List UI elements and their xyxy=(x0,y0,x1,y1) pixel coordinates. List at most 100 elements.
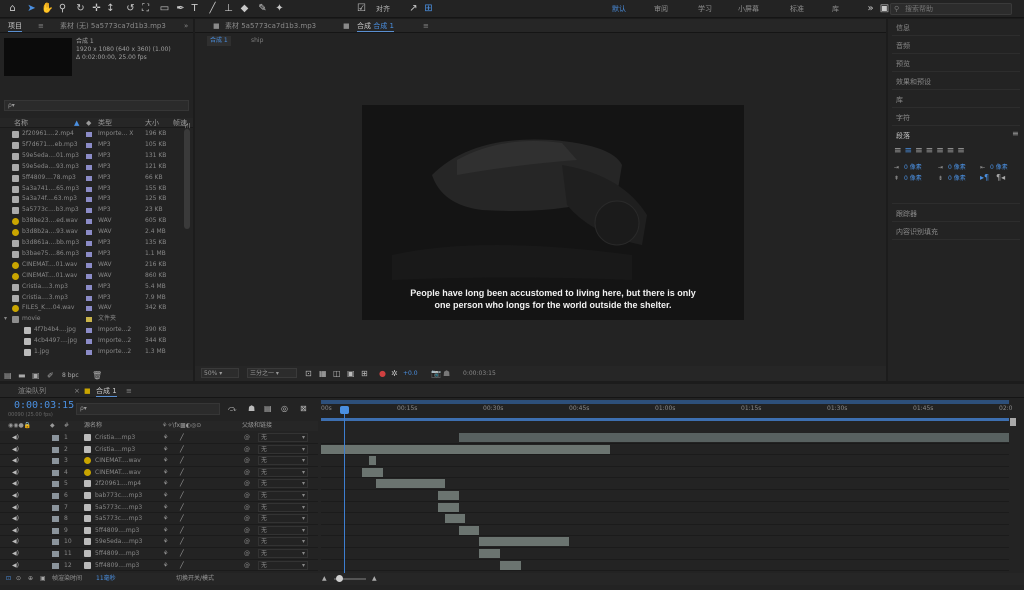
pen-tool-icon[interactable]: ✒ xyxy=(174,2,187,15)
label-color-swatch[interactable] xyxy=(86,164,92,170)
column-name[interactable]: 名称 xyxy=(14,118,28,128)
paragraph-menu-icon[interactable]: ≡ xyxy=(1012,129,1019,138)
label-color-swatch[interactable] xyxy=(86,142,92,148)
label-color-swatch[interactable] xyxy=(86,339,92,345)
justify-right-icon[interactable]: ≡ xyxy=(947,146,958,156)
comp-mini-flow-icon[interactable]: ⤼ xyxy=(228,404,237,414)
tab-timeline-comp[interactable]: 合成 1 xyxy=(92,384,121,398)
tab-project[interactable]: 项目 xyxy=(4,19,26,33)
layer-duration-bar[interactable] xyxy=(376,479,445,489)
safe-zone-icon[interactable]: ▣ xyxy=(347,366,355,381)
dolly-tool-icon[interactable]: ↕ xyxy=(104,2,117,15)
color-channels-icon[interactable]: ● xyxy=(379,366,386,381)
panel-info[interactable]: 信息 xyxy=(896,23,910,33)
transparency-grid-icon[interactable]: ▦ xyxy=(319,366,327,381)
label-color-swatch[interactable] xyxy=(86,230,92,236)
rtl-icon[interactable]: ¶◂ xyxy=(996,172,1005,183)
snap-grid-icon[interactable]: ⊞ xyxy=(422,2,435,15)
project-scrollbar[interactable] xyxy=(184,129,190,229)
label-color-swatch[interactable] xyxy=(86,132,92,137)
project-item[interactable]: CINEMAT....01.wav WAV 216 KB xyxy=(0,260,185,270)
motion-blur-icon[interactable]: ◎ xyxy=(281,404,288,413)
snap-edge-icon[interactable]: ↗ xyxy=(407,2,420,15)
workspace-default[interactable]: 默认 xyxy=(612,4,626,14)
label-color-swatch[interactable] xyxy=(86,186,92,192)
layer-duration-bar[interactable] xyxy=(479,537,569,547)
snap-checkbox-icon[interactable]: ☑ xyxy=(355,2,368,15)
column-size[interactable]: 大小 xyxy=(145,118,159,128)
zoom-dropdown[interactable]: 50% ▾ xyxy=(201,368,239,378)
project-item[interactable]: 4f7b4b4....jpg Importe...2 390 KB xyxy=(0,325,185,335)
label-color-swatch[interactable] xyxy=(86,219,92,225)
project-item[interactable]: b3d8b2a....93.wav WAV 2.4 MB xyxy=(0,227,185,237)
label-color-swatch[interactable] xyxy=(86,175,92,181)
comp-menu-icon[interactable]: ≡ xyxy=(419,19,433,33)
project-item[interactable]: 2f20961....2.mp4 Importe... X 196 KB xyxy=(0,129,185,139)
label-color-swatch[interactable] xyxy=(86,295,92,301)
timeline-menu-icon[interactable]: ≡ xyxy=(122,384,136,398)
rotate-tool-icon[interactable]: ↺ xyxy=(124,2,137,15)
panel-library[interactable]: 库 xyxy=(896,95,903,105)
label-color-swatch[interactable] xyxy=(86,328,92,334)
render-time-icon[interactable]: ▣ xyxy=(40,573,46,585)
toggle-layer-switches-icon[interactable]: ⊡ xyxy=(6,573,11,585)
label-color-swatch[interactable] xyxy=(86,350,92,355)
project-item[interactable]: 5a3a741....65.mp3 MP3 155 KB xyxy=(0,184,185,194)
tab-composition[interactable]: 合成 合成 1 xyxy=(353,19,398,33)
project-search-input[interactable]: ρ▾ xyxy=(4,100,189,111)
project-item[interactable]: Cristia....3.mp3 MP3 5.4 MB xyxy=(0,282,185,292)
tab-comp-footage[interactable]: 素材 5a5773ca7d1b3.mp3 xyxy=(221,19,320,33)
frame-blend-icon[interactable]: ▤ xyxy=(264,404,272,413)
justify-left-icon[interactable]: ≡ xyxy=(926,146,937,156)
flowchart-icon[interactable]: ⛙ xyxy=(185,121,191,131)
project-item[interactable]: 59e5eda....93.mp3 MP3 121 KB xyxy=(0,162,185,172)
home-icon[interactable]: ⌂ xyxy=(6,2,19,15)
brush-tool-icon[interactable]: ╱ xyxy=(206,2,219,15)
breadcrumb-comp[interactable]: 合成 1 xyxy=(207,36,231,46)
pan-tool-icon[interactable]: ✛ xyxy=(90,2,103,15)
work-area-bar[interactable] xyxy=(321,400,1009,404)
tab-footage[interactable]: 素材 (无) 5a5773ca7d1b3.mp3 xyxy=(56,19,176,33)
more-workspaces-icon[interactable]: » xyxy=(864,2,877,15)
comp-viewer[interactable]: People have long been accustomed to livi… xyxy=(362,105,744,320)
panel-effects-presets[interactable]: 效果和预设 xyxy=(896,77,931,87)
layer-duration-bar[interactable] xyxy=(369,456,377,466)
project-item[interactable]: 5a3a74f....63.mp3 MP3 125 KB xyxy=(0,194,185,204)
project-menu-icon[interactable]: ≡ xyxy=(34,19,48,33)
indent-left-value[interactable]: 0 像素 xyxy=(904,162,922,173)
justify-all-icon[interactable]: ≡ xyxy=(957,146,968,156)
panel-tracker[interactable]: 跟踪器 xyxy=(896,209,917,219)
label-color-swatch[interactable] xyxy=(86,273,92,279)
panel-audio[interactable]: 音频 xyxy=(896,41,910,51)
sort-ascending-icon[interactable]: ▲ xyxy=(74,118,79,128)
project-item[interactable]: 1.jpg Importe...2 1.3 MB xyxy=(0,347,185,357)
new-comp-icon[interactable]: ▣ xyxy=(32,370,40,381)
layer-duration-bar[interactable] xyxy=(444,514,466,524)
label-color-swatch[interactable] xyxy=(86,262,92,268)
shy-icon[interactable]: ☗ xyxy=(248,404,255,413)
panel-preview[interactable]: 预览 xyxy=(896,59,910,69)
workspace-library[interactable]: 库 xyxy=(832,4,839,14)
project-settings-icon[interactable]: ✐ xyxy=(47,370,54,381)
layer-duration-bar[interactable] xyxy=(437,491,459,500)
region-icon[interactable]: ⊡ xyxy=(305,366,312,381)
orbit-tool-icon[interactable]: ↻ xyxy=(74,2,87,15)
label-color-swatch[interactable] xyxy=(86,284,92,290)
layer-duration-bar[interactable] xyxy=(321,444,610,454)
align-left-icon[interactable]: ≡ xyxy=(894,146,905,156)
project-item[interactable]: 59e5eda....01.mp3 MP3 131 KB xyxy=(0,151,185,161)
interpret-footage-icon[interactable]: ▤ xyxy=(4,370,12,381)
exposure-reset-icon[interactable]: ✲ xyxy=(391,366,398,381)
workspace-standard[interactable]: 标准 xyxy=(790,4,804,14)
space-after-value[interactable]: 0 像素 xyxy=(948,173,966,184)
snapshot-icon[interactable]: 📷 xyxy=(431,366,441,381)
graph-editor-icon[interactable]: ⊠ xyxy=(300,404,307,413)
justify-center-icon[interactable]: ≡ xyxy=(936,146,947,156)
playhead[interactable] xyxy=(344,410,345,574)
layer-duration-bar[interactable] xyxy=(437,502,459,512)
indent-first-value[interactable]: 0 像素 xyxy=(948,162,966,173)
new-folder-icon[interactable]: ▬ xyxy=(18,370,26,381)
project-item[interactable]: 5f7d671....eb.mp3 MP3 105 KB xyxy=(0,140,185,150)
timeline-end-marker[interactable] xyxy=(1010,418,1016,426)
workspace-learn[interactable]: 学习 xyxy=(698,4,712,14)
